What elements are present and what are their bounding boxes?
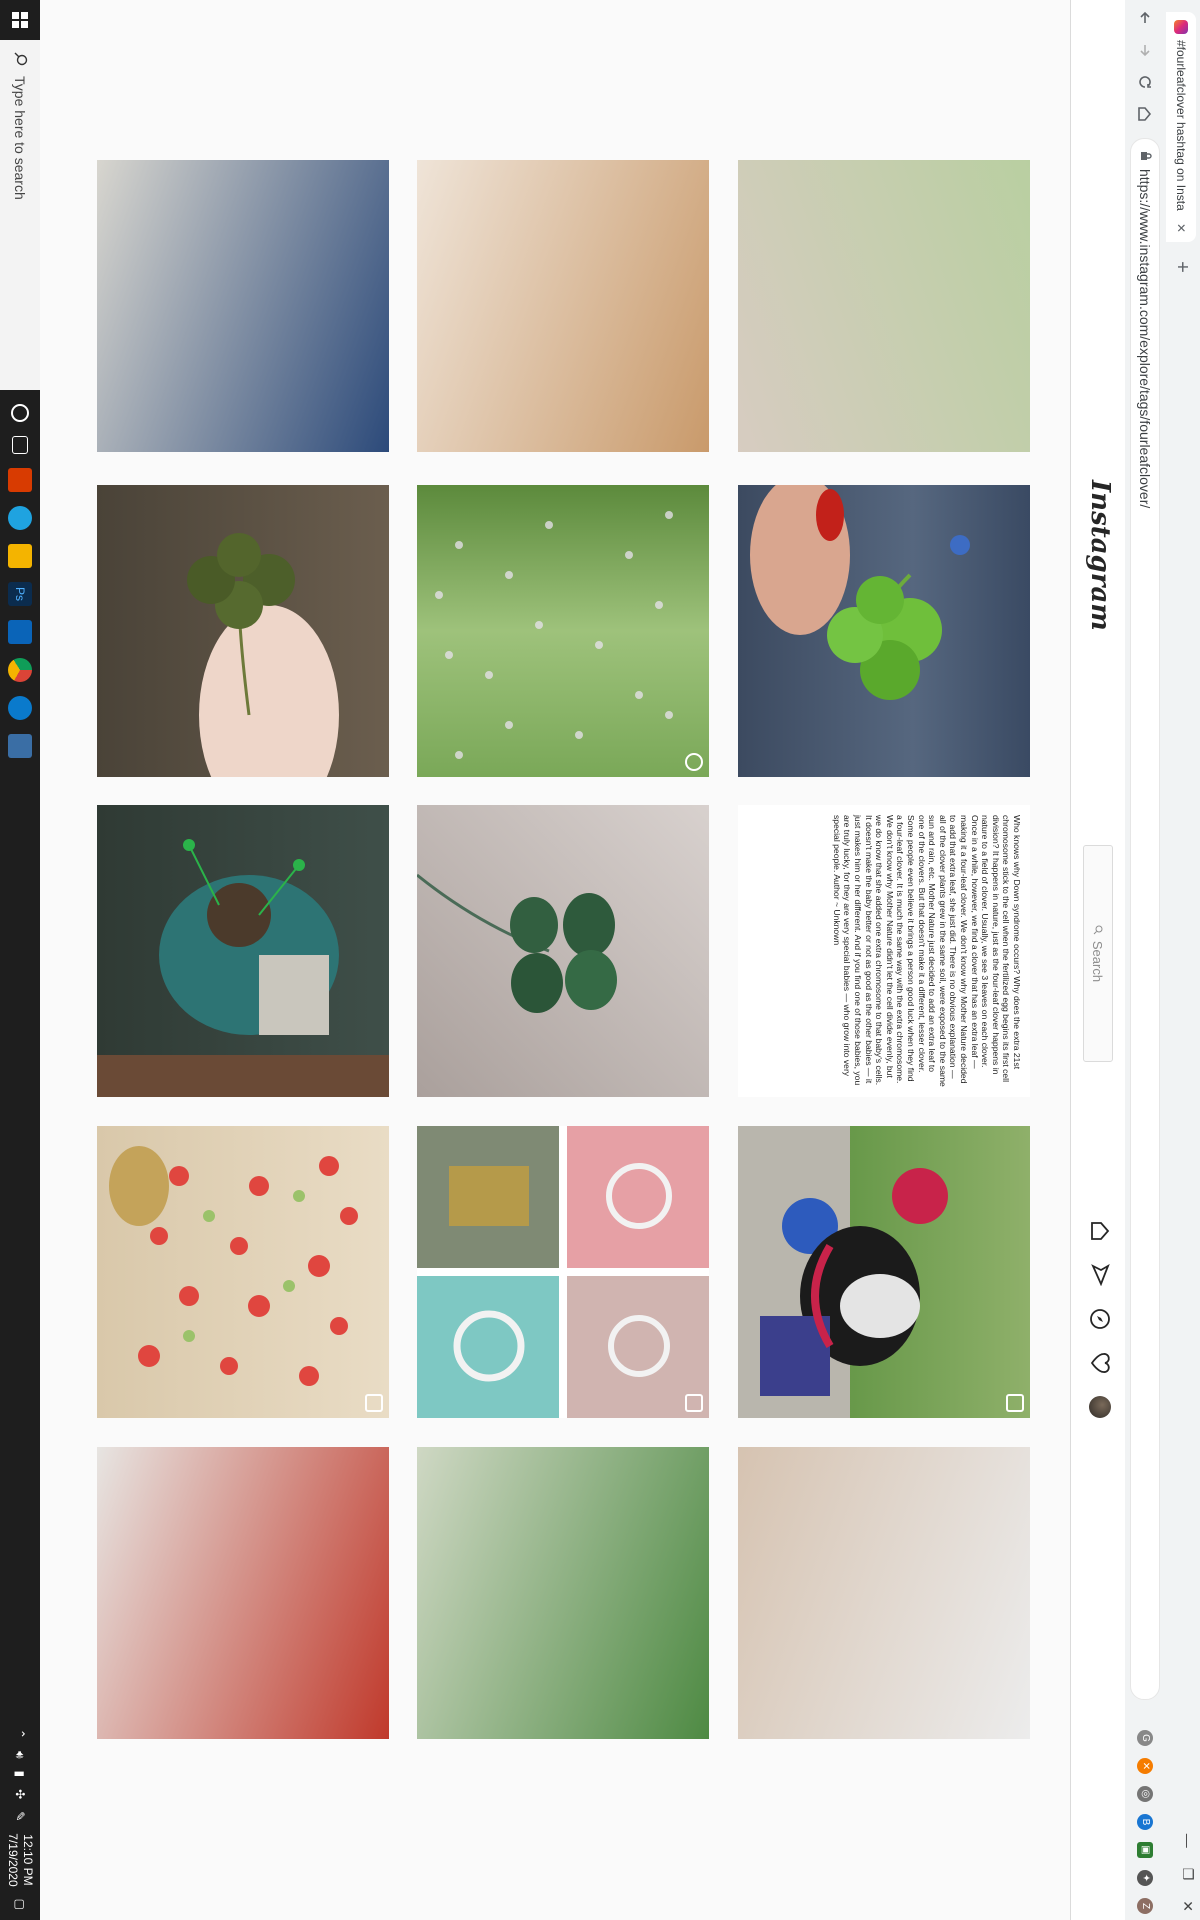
explore-compass-icon[interactable] (1083, 1308, 1111, 1330)
outlook-icon[interactable] (8, 620, 32, 644)
clover-photo (750, 485, 970, 700)
battery-icon[interactable]: ▮ (13, 1771, 27, 1778)
settings-gear-icon[interactable] (8, 696, 32, 720)
post-tile[interactable] (97, 805, 389, 1097)
notification-icon[interactable]: ▢ (13, 1899, 27, 1910)
post-tile[interactable] (417, 485, 709, 777)
office-app-icon[interactable] (8, 468, 32, 492)
extension-bar: G ✕ ◎ B ▣ ✦ Z (1137, 1730, 1153, 1914)
dog-photo (738, 1126, 948, 1418)
text-post-body: Who knows why Down syndrome occurs? Why … (831, 815, 1022, 1087)
photoshop-icon[interactable]: Ps (8, 582, 32, 606)
browser-chrome: #fourleafclover hashtag on Insta ✕ + — ❐… (1124, 0, 1200, 1920)
tab-title: #fourleafclover hashtag on Insta (1174, 40, 1188, 211)
minimize-button[interactable]: — (1179, 1834, 1196, 1848)
search-icon (1091, 925, 1106, 935)
address-bar[interactable]: https://www.instagram.com/explore/tags/f… (1130, 138, 1160, 1700)
search-placeholder: Search (1090, 940, 1106, 983)
search-icon (12, 52, 29, 66)
food-dish-photo (109, 1146, 358, 1386)
ext-g-icon[interactable]: G (1137, 1730, 1153, 1746)
multi-photo-icon (685, 1394, 703, 1412)
post-tile[interactable] (97, 485, 389, 777)
profile-avatar-icon[interactable]: Z (1137, 1898, 1153, 1914)
ext-circle-icon[interactable]: ◎ (1137, 1786, 1153, 1802)
post-tile[interactable] (738, 485, 1030, 777)
multi-photo-icon (1006, 1394, 1024, 1412)
tab-close-icon[interactable]: ✕ (1174, 220, 1188, 236)
task-view-icon[interactable] (12, 436, 28, 454)
partial-post-left[interactable] (738, 160, 1030, 452)
lock-icon (1138, 151, 1153, 161)
instagram-nav (1083, 1220, 1111, 1418)
instagram-header: Instagram Search (1070, 0, 1125, 1920)
post-tile[interactable] (417, 1126, 709, 1418)
home-icon[interactable] (1131, 100, 1159, 128)
clover-held-photo (187, 533, 339, 777)
post-tile[interactable] (738, 1126, 1030, 1418)
search-input[interactable]: Search (1083, 845, 1113, 1062)
forward-arrow-icon[interactable] (1131, 36, 1159, 64)
volume-icon[interactable]: 🔊︎ (13, 1751, 28, 1759)
costume-person-photo (97, 839, 389, 1097)
taskbar: Type here to search Ps ⌃ 🔊︎ ▮ ✣ ✎ 12:10 … (0, 0, 40, 1920)
taskbar-search-box[interactable]: Type here to search (0, 40, 40, 390)
clock-time: 12:10 PM (21, 1834, 35, 1886)
direct-message-icon[interactable] (1083, 1263, 1111, 1287)
reload-icon[interactable] (1131, 68, 1159, 96)
pen-icon[interactable]: ✎ (13, 1811, 27, 1821)
windows-start-icon[interactable] (0, 0, 40, 40)
puzzle-icon[interactable]: ✦ (1137, 1870, 1153, 1886)
home-icon[interactable] (1083, 1220, 1111, 1242)
url-text: https://www.instagram.com/explore/tags/f… (1137, 169, 1153, 509)
system-tray: ⌃ 🔊︎ ▮ ✣ ✎ 12:10 PM 7/19/2020 ▢ (0, 1729, 40, 1920)
instagram-favicon-icon (1174, 20, 1188, 34)
post-grid: Who knows why Down syndrome occurs? Why … (42, 0, 1071, 1920)
heart-icon[interactable] (1083, 1352, 1111, 1374)
text-post-tile[interactable]: Who knows why Down syndrome occurs? Why … (738, 805, 1030, 1097)
partial-post-right[interactable] (97, 1447, 389, 1739)
clock-date: 7/19/2020 (6, 1833, 20, 1887)
browser-tab[interactable]: #fourleafclover hashtag on Insta ✕ (1166, 12, 1196, 242)
partial-post-right[interactable] (417, 1447, 709, 1739)
back-arrow-icon[interactable] (1131, 4, 1159, 32)
instagram-logo[interactable]: Instagram (1085, 480, 1115, 631)
partial-post-left[interactable] (97, 160, 389, 452)
partial-post-right[interactable] (738, 1447, 1030, 1739)
cortana-icon[interactable] (11, 404, 29, 422)
network-icon[interactable]: ✣ (13, 1789, 27, 1799)
post-tile[interactable] (97, 1126, 389, 1418)
ext-green-icon[interactable]: ▣ (1137, 1842, 1153, 1858)
app-grid-icon[interactable] (8, 734, 32, 758)
profile-avatar[interactable] (1089, 1396, 1111, 1418)
partial-post-left[interactable] (417, 160, 709, 452)
new-tab-button[interactable]: + (1170, 256, 1193, 278)
video-icon (685, 753, 703, 771)
horizontal-scrollbar[interactable] (40, 0, 42, 1920)
taskbar-apps: Ps (8, 404, 32, 758)
post-tile[interactable] (417, 805, 709, 1097)
file-explorer-icon[interactable] (8, 544, 32, 568)
ext-orange-icon[interactable]: ✕ (1137, 1758, 1153, 1774)
multi-photo-icon (365, 1394, 383, 1412)
edge-browser-icon[interactable] (8, 506, 32, 530)
window-controls: — ❐ ✕ (1179, 1834, 1196, 1912)
taskbar-search-placeholder: Type here to search (12, 76, 28, 200)
taskbar-clock[interactable]: 12:10 PM 7/19/2020 (5, 1833, 35, 1886)
pressed-clover-photo (417, 873, 617, 1013)
close-window-button[interactable]: ✕ (1179, 1900, 1196, 1912)
chrome-icon[interactable] (8, 658, 32, 682)
ext-blue-icon[interactable]: B (1137, 1814, 1153, 1830)
maximize-button[interactable]: ❐ (1179, 1868, 1196, 1881)
browser-toolbar: https://www.instagram.com/explore/tags/f… (1126, 0, 1164, 1920)
chevron-up-icon[interactable]: ⌃ (13, 1729, 27, 1739)
screen: #fourleafclover hashtag on Insta ✕ + — ❐… (0, 0, 1200, 1920)
bracelet-collage-photo (417, 1126, 709, 1418)
clover-field-photo (435, 511, 673, 759)
